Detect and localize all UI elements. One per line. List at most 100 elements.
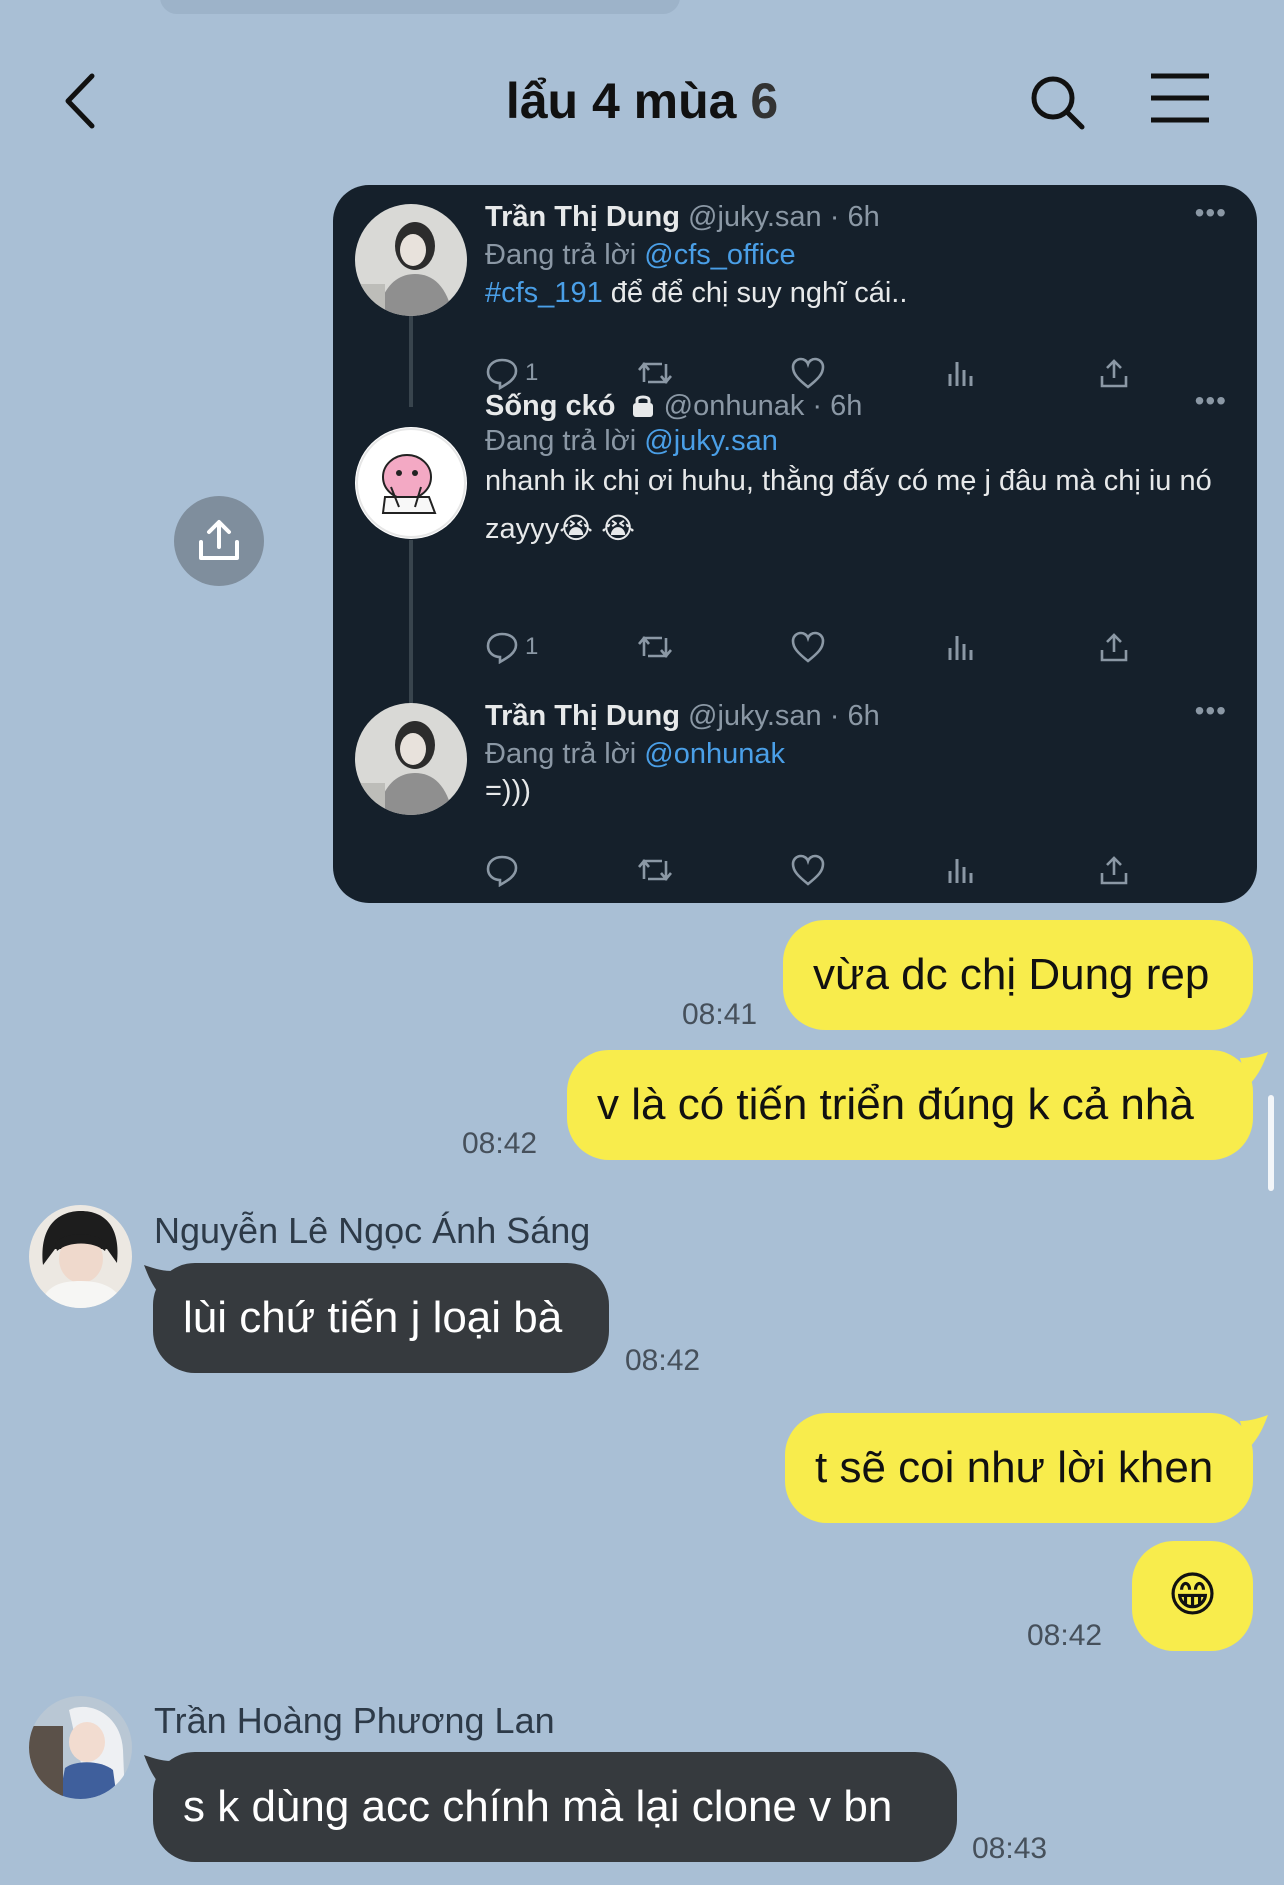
message-bubble-mine[interactable]: t sẽ coi như lời khen	[785, 1413, 1253, 1523]
tweet-separator: ·	[812, 390, 823, 422]
views-button[interactable]	[945, 850, 979, 890]
message-bubble-mine[interactable]: vừa dc chị Dung rep	[783, 920, 1253, 1030]
share-button[interactable]	[174, 496, 264, 586]
bar-chart-icon	[948, 636, 973, 660]
mention-link[interactable]: @juky.san	[644, 425, 778, 457]
reply-button[interactable]: 1	[485, 627, 538, 667]
tweet-handle: @onhunak	[663, 390, 805, 422]
tweet-avatar	[355, 703, 467, 815]
reply-bubble-icon	[486, 855, 518, 887]
message-time: 08:42	[625, 1344, 701, 1377]
reply-count: 1	[525, 359, 539, 386]
retweet-icon	[638, 635, 672, 659]
hashtag-link[interactable]: #cfs_191	[485, 277, 603, 309]
search-icon	[1031, 76, 1085, 130]
heart-icon	[791, 357, 825, 389]
tweet-actions: 1	[485, 353, 1225, 393]
bar-chart-icon	[948, 859, 973, 883]
message-time: 08:43	[972, 1832, 1048, 1865]
share-icon	[1100, 359, 1128, 388]
hamburger-menu-icon	[1151, 73, 1209, 123]
tweet-separator: ·	[829, 201, 840, 233]
tweet-share-button[interactable]	[1097, 627, 1131, 667]
member-count: 6	[750, 73, 779, 129]
share-icon	[1100, 633, 1128, 662]
like-button[interactable]	[790, 850, 826, 890]
avatar[interactable]	[29, 1696, 132, 1799]
tweet-body: để để chị suy nghĩ cái..	[610, 277, 908, 309]
message-time: 08:42	[1027, 1619, 1103, 1652]
message-time: 08:42	[462, 1127, 538, 1160]
like-button[interactable]	[790, 627, 826, 667]
chat-header: lẩu 4 mùa 6	[0, 40, 1284, 160]
replying-label: Đang trả lời	[485, 239, 637, 271]
tweet-header: Trần Thị Dung @juky.san · 6h	[485, 201, 880, 234]
menu-button[interactable]	[1148, 68, 1212, 128]
tweet-author-name: Trần Thị Dung	[485, 201, 680, 233]
tweet-text: #cfs_191 để để chị suy nghĩ cái..	[485, 269, 1225, 317]
retweet-button[interactable]	[635, 627, 675, 667]
group-name: lẩu 4 mùa	[505, 73, 737, 129]
heart-icon	[791, 854, 825, 886]
retweet-icon	[638, 361, 672, 385]
views-button[interactable]	[945, 353, 979, 393]
thread-line	[409, 311, 413, 407]
tweet-share-button[interactable]	[1097, 850, 1131, 890]
reply-bubble-icon	[486, 358, 518, 390]
tweet-share-button[interactable]	[1097, 353, 1131, 393]
previous-message-bubble	[160, 0, 680, 14]
tweet-author-name: Trần Thị Dung	[485, 700, 680, 732]
reply-count: 1	[525, 633, 539, 660]
message-bubble-mine[interactable]: 😁	[1132, 1541, 1253, 1651]
tweet-avatar	[355, 427, 467, 539]
tweet-screenshot-image[interactable]: Trần Thị Dung @juky.san · 6h ••• Đang tr…	[333, 185, 1257, 903]
retweet-button[interactable]	[635, 353, 675, 393]
scrollbar[interactable]	[1268, 1095, 1274, 1191]
message-bubble-mine[interactable]: v là có tiến triển đúng k cả nhà	[567, 1050, 1253, 1160]
mention-link[interactable]: @cfs_office	[644, 239, 795, 271]
grinning-emoji: 😁	[1167, 1569, 1218, 1622]
replying-label: Đang trả lời	[485, 425, 637, 457]
bar-chart-icon	[948, 362, 973, 386]
search-button[interactable]	[1028, 66, 1088, 136]
tweet-time: 6h	[847, 700, 880, 732]
tweet-replying-to: Đang trả lời @cfs_office	[485, 239, 796, 272]
retweet-icon	[638, 858, 672, 882]
bubble-tail	[1240, 1052, 1268, 1086]
lock-icon	[632, 395, 653, 417]
avatar[interactable]	[29, 1205, 132, 1308]
tweet-author-name: Sống ckó	[485, 390, 616, 422]
tweet-actions	[485, 850, 1225, 890]
tweet-header: Trần Thị Dung @juky.san · 6h	[485, 700, 880, 733]
tweet-text: =)))	[485, 775, 531, 807]
like-button[interactable]	[790, 353, 826, 393]
replying-label: Đang trả lời	[485, 738, 637, 770]
more-icon[interactable]: •••	[1195, 385, 1227, 417]
retweet-button[interactable]	[635, 850, 675, 890]
tweet-time: 6h	[830, 390, 863, 422]
more-icon[interactable]: •••	[1195, 197, 1227, 229]
message-bubble-theirs[interactable]: s k dùng acc chính mà lại clone v bn	[153, 1752, 957, 1862]
chat-title: lẩu 4 mùa 6	[0, 72, 1284, 130]
more-icon[interactable]: •••	[1195, 695, 1227, 727]
tweet-handle: @juky.san	[688, 700, 822, 732]
tweet-avatar	[355, 204, 467, 316]
sender-name: Nguyễn Lê Ngọc Ánh Sáng	[154, 1210, 591, 1251]
reply-bubble-icon	[486, 632, 518, 664]
message-time: 08:41	[682, 998, 758, 1031]
bubble-tail	[1240, 1415, 1268, 1449]
message-bubble-theirs[interactable]: lùi chứ tiến j loại bà	[153, 1263, 609, 1373]
tweet-replying-to: Đang trả lời @juky.san	[485, 425, 778, 458]
reply-button[interactable]	[485, 850, 525, 890]
share-icon	[1100, 856, 1128, 885]
tweet-handle: @juky.san	[688, 201, 822, 233]
tweet-separator: ·	[829, 700, 840, 732]
reply-button[interactable]: 1	[485, 353, 538, 393]
mention-link[interactable]: @onhunak	[644, 738, 785, 770]
views-button[interactable]	[945, 627, 979, 667]
tweet-time: 6h	[847, 201, 880, 233]
sender-name: Trần Hoàng Phương Lan	[154, 1700, 555, 1741]
tweet-header: Sống ckó @onhunak · 6h	[485, 390, 862, 423]
share-upload-icon	[199, 520, 239, 560]
tweet-text: nhanh ik chị ơi huhu, thằng đấy có mẹ j …	[485, 465, 1212, 545]
